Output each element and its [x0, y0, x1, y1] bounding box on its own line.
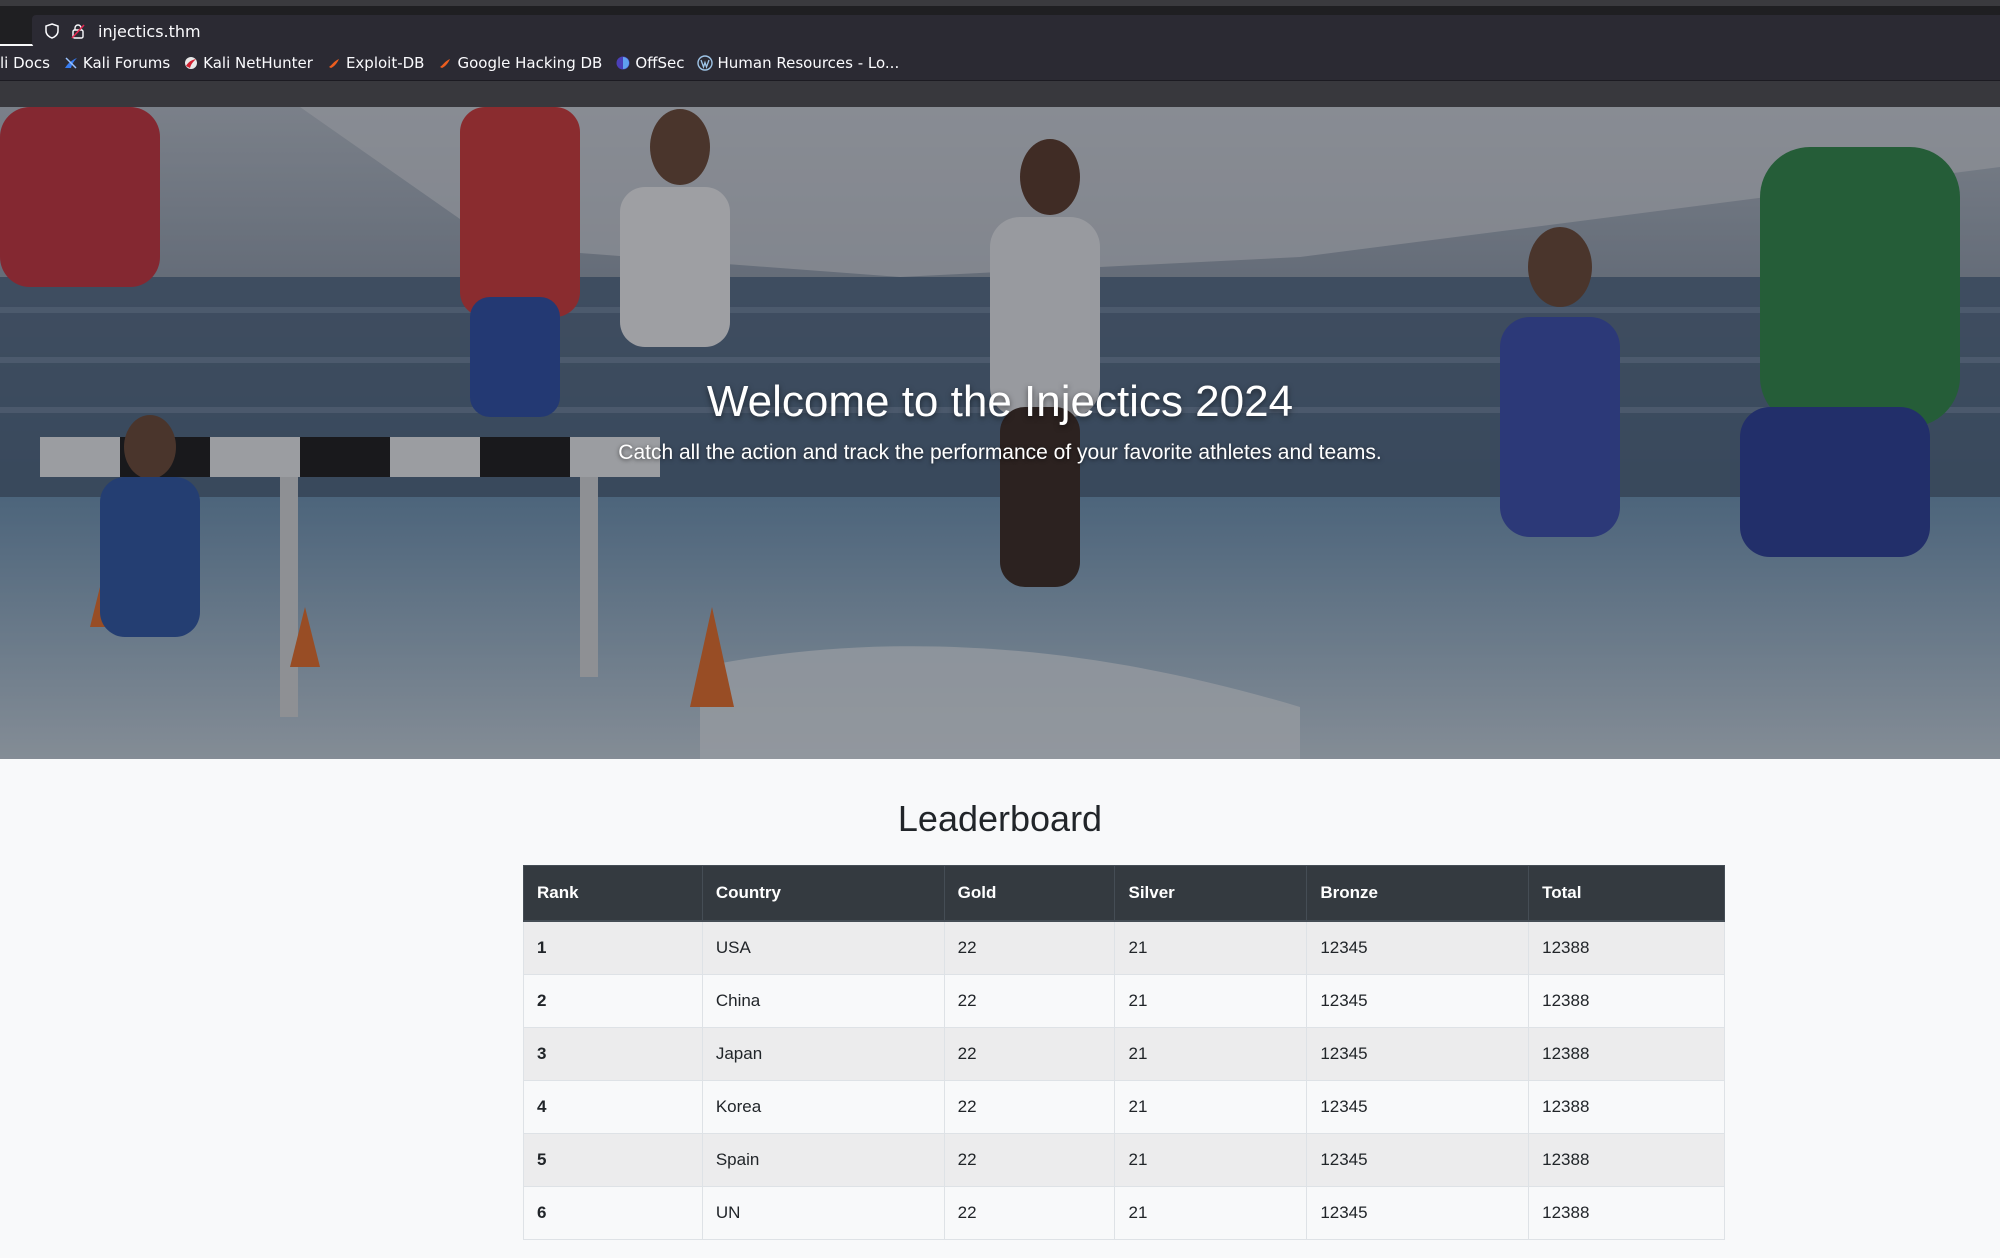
cell-bronze: 12345 [1306, 920, 1530, 975]
bookmark-label: li Docs [0, 54, 50, 72]
exploit-db-icon [326, 55, 342, 71]
bookmarks-toolbar: li Docs Kali Forums Kali NetHunter Explo… [0, 46, 2000, 81]
cell-bronze: 12345 [1306, 1133, 1530, 1187]
bookmark-google-hacking-db[interactable]: Google Hacking DB [437, 54, 602, 72]
cell-country: China [701, 974, 945, 1028]
table-row: 1 USA 22 21 12345 12388 [523, 920, 1725, 975]
cell-country: Korea [701, 1080, 945, 1134]
cell-rank: 2 [523, 974, 703, 1028]
cell-total: 12388 [1528, 1186, 1725, 1240]
cell-total: 12388 [1528, 1133, 1725, 1187]
cell-silver: 21 [1114, 1186, 1308, 1240]
cell-total: 12388 [1528, 974, 1725, 1028]
leaderboard-title: Leaderboard [897, 798, 1103, 839]
header-rank: Rank [523, 865, 703, 922]
cell-bronze: 12345 [1306, 1027, 1530, 1081]
insecure-lock-icon[interactable] [66, 19, 90, 43]
header-gold: Gold [943, 865, 1116, 922]
bookmark-exploit-db[interactable]: Exploit-DB [326, 54, 425, 72]
cell-silver: 21 [1114, 920, 1308, 975]
bookmark-label: Kali NetHunter [203, 54, 313, 72]
table-header-row: Rank Country Gold Silver Bronze Total [523, 865, 1725, 922]
hero-dark-overlay [0, 107, 2000, 759]
ghdb-icon [437, 55, 453, 71]
cell-silver: 21 [1114, 1133, 1308, 1187]
cell-total: 12388 [1528, 1080, 1725, 1134]
cell-country: Spain [701, 1133, 945, 1187]
bookmark-offsec[interactable]: OffSec [615, 54, 684, 72]
cell-gold: 22 [943, 1133, 1116, 1187]
cell-rank: 4 [523, 1080, 703, 1134]
cell-country: USA [701, 920, 945, 975]
bookmark-label: Exploit-DB [345, 54, 425, 72]
nethunter-icon [183, 55, 199, 71]
url-text[interactable]: injectics.thm [98, 22, 201, 41]
tracking-shield-icon[interactable] [40, 19, 64, 43]
table-row: 3 Japan 22 21 12345 12388 [523, 1027, 1725, 1081]
hero-banner: Welcome to the Injectics 2024 Catch all … [0, 107, 2000, 759]
cell-silver: 21 [1114, 974, 1308, 1028]
bookmark-kali-forums[interactable]: Kali Forums [63, 54, 170, 72]
header-total: Total [1528, 865, 1725, 922]
cell-country: Japan [701, 1027, 945, 1081]
cell-total: 12388 [1528, 1027, 1725, 1081]
cell-gold: 22 [943, 974, 1116, 1028]
address-bar[interactable]: injectics.thm [32, 15, 2000, 47]
bookmark-human-resources[interactable]: Human Resources - Lo... [697, 54, 899, 72]
bookmark-kali-docs[interactable]: li Docs [0, 54, 50, 72]
table-row: 4 Korea 22 21 12345 12388 [523, 1080, 1725, 1134]
header-country: Country [701, 865, 945, 922]
header-bronze: Bronze [1306, 865, 1530, 922]
bookmark-kali-nethunter[interactable]: Kali NetHunter [183, 54, 313, 72]
bookmark-label: Google Hacking DB [457, 54, 603, 72]
cell-rank: 3 [523, 1027, 703, 1081]
cell-total: 12388 [1528, 920, 1725, 975]
offsec-icon [615, 55, 631, 71]
cell-gold: 22 [943, 1186, 1116, 1240]
cell-rank: 1 [523, 920, 703, 975]
cell-rank: 6 [523, 1186, 703, 1240]
leaderboard-table: Rank Country Gold Silver Bronze Total 1 … [523, 865, 1725, 1240]
cell-rank: 5 [523, 1133, 703, 1187]
cell-silver: 21 [1114, 1027, 1308, 1081]
cell-gold: 22 [943, 920, 1116, 975]
hero-subtitle: Catch all the action and track the perfo… [618, 441, 1382, 464]
bookmark-label: Human Resources - Lo... [717, 54, 900, 72]
cell-country: UN [701, 1186, 945, 1240]
cell-bronze: 12345 [1306, 1080, 1530, 1134]
wordpress-icon [697, 55, 714, 71]
cell-silver: 21 [1114, 1080, 1308, 1134]
bookmark-label: Kali Forums [82, 54, 171, 72]
hero-title: Welcome to the Injectics 2024 [706, 377, 1294, 426]
header-silver: Silver [1114, 865, 1308, 922]
cell-gold: 22 [943, 1080, 1116, 1134]
toolbar-gap [0, 81, 2000, 107]
table-row: 5 Spain 22 21 12345 12388 [523, 1133, 1725, 1187]
kali-forums-icon [63, 55, 79, 71]
table-row: 6 UN 22 21 12345 12388 [523, 1186, 1725, 1240]
browser-toolbar: injectics.thm [0, 6, 2000, 47]
cell-bronze: 12345 [1306, 974, 1530, 1028]
cell-gold: 22 [943, 1027, 1116, 1081]
table-row: 2 China 22 21 12345 12388 [523, 974, 1725, 1028]
cell-bronze: 12345 [1306, 1186, 1530, 1240]
bookmark-label: OffSec [635, 54, 685, 72]
